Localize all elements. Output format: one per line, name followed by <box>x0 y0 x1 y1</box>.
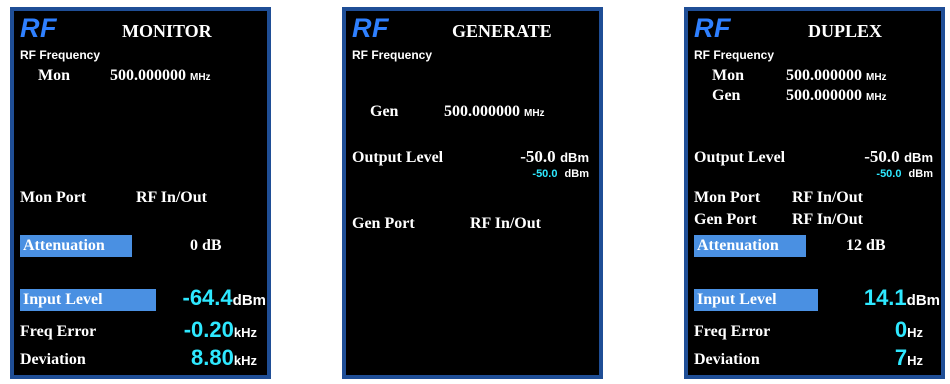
rf-frequency-label: RF Frequency <box>352 48 433 62</box>
attenuation-label[interactable]: Attenuation <box>694 235 806 257</box>
mon-frequency-value[interactable]: 500.000000 MHz <box>110 67 211 85</box>
attenuation-value[interactable]: 12 dB <box>846 237 886 255</box>
gen-frequency-number: 500.000000 <box>444 103 520 120</box>
input-level-label[interactable]: Input Level <box>20 289 156 311</box>
gen-frequency-unit: MHz <box>524 108 545 119</box>
gen-port-label: Gen Port <box>694 211 757 228</box>
freq-error-number: -0.20 <box>183 317 234 342</box>
input-level-number: 14.1 <box>863 285 907 310</box>
deviation-unit: kHz <box>233 353 257 368</box>
output-level-actual: -50.0 dBm <box>532 168 589 180</box>
input-level-unit: dBm <box>232 292 266 309</box>
gen-frequency-unit: MHz <box>866 92 887 103</box>
output-level-unit: dBm <box>904 150 933 165</box>
mon-port-label: Mon Port <box>694 189 761 206</box>
mon-port-value[interactable]: RF In/Out <box>136 189 207 207</box>
input-level-unit: dBm <box>906 292 940 309</box>
mon-frequency-unit: MHz <box>190 72 211 83</box>
rf-frequency-label: RF Frequency <box>20 48 101 62</box>
output-level-actual-number: -50.0 <box>532 168 558 180</box>
generate-panel: RF GENERATE RF Frequency Gen 500.000000 … <box>342 7 603 379</box>
attenuation-value[interactable]: 0 dB <box>190 237 222 255</box>
gen-port-value[interactable]: RF In/Out <box>470 215 541 233</box>
mon-port-value[interactable]: RF In/Out <box>792 189 863 207</box>
input-level-number: -64.4 <box>182 285 233 310</box>
deviation-label: Deviation <box>694 351 760 368</box>
freq-error-value: 0Hz <box>895 317 923 343</box>
gen-label: Gen <box>712 87 741 104</box>
freq-error-unit: kHz <box>233 325 257 340</box>
panel-title: DUPLEX <box>808 21 883 41</box>
freq-error-label: Freq Error <box>20 323 97 340</box>
input-level-value: -64.4dBm <box>183 285 267 311</box>
rf-logo: RF <box>20 13 57 43</box>
rf-frequency-label: RF Frequency <box>694 48 775 62</box>
output-level-unit: dBm <box>560 150 589 165</box>
deviation-number: 7 <box>894 345 908 370</box>
gen-port-value[interactable]: RF In/Out <box>792 211 863 229</box>
output-level-actual-unit: dBm <box>908 168 933 180</box>
output-level-number: -50.0 <box>864 147 900 166</box>
attenuation-label[interactable]: Attenuation <box>20 235 132 257</box>
gen-frequency-number: 500.000000 <box>786 87 862 104</box>
freq-error-unit: Hz <box>907 325 923 340</box>
freq-error-label: Freq Error <box>694 323 771 340</box>
mon-label: Mon <box>38 67 70 84</box>
gen-frequency-value[interactable]: 500.000000 MHz <box>444 103 545 121</box>
mon-frequency-unit: MHz <box>866 72 887 83</box>
panel-title: MONITOR <box>122 21 212 41</box>
deviation-value: 7Hz <box>895 345 923 371</box>
output-level-value[interactable]: -50.0 dBm <box>520 147 589 167</box>
rf-logo: RF <box>694 13 731 43</box>
output-level-actual-unit: dBm <box>564 168 589 180</box>
deviation-unit: Hz <box>907 353 923 368</box>
output-level-actual-number: -50.0 <box>876 168 902 180</box>
mon-label: Mon <box>712 67 744 84</box>
freq-error-value: -0.20kHz <box>184 317 257 343</box>
output-level-number: -50.0 <box>520 147 556 166</box>
deviation-number: 8.80 <box>191 345 234 370</box>
gen-label: Gen <box>370 103 399 120</box>
input-level-value: 14.1dBm <box>864 285 940 311</box>
input-level-label[interactable]: Input Level <box>694 289 818 311</box>
mon-frequency-number: 500.000000 <box>110 67 186 84</box>
deviation-label: Deviation <box>20 351 86 368</box>
mon-frequency-number: 500.000000 <box>786 67 862 84</box>
panel-title: GENERATE <box>452 21 552 41</box>
mon-port-label: Mon Port <box>20 189 87 206</box>
mon-frequency-value[interactable]: 500.000000 MHz <box>786 67 887 85</box>
monitor-panel: RF MONITOR RF Frequency Mon 500.000000 M… <box>10 7 271 379</box>
output-level-value[interactable]: -50.0 dBm <box>864 147 933 167</box>
gen-frequency-value[interactable]: 500.000000 MHz <box>786 87 887 105</box>
output-level-label: Output Level <box>352 149 444 166</box>
output-level-label: Output Level <box>694 149 786 166</box>
freq-error-number: 0 <box>894 317 908 342</box>
output-level-actual: -50.0 dBm <box>876 168 933 180</box>
duplex-panel: RF DUPLEX RF Frequency Mon 500.000000 MH… <box>684 7 945 379</box>
gen-port-label: Gen Port <box>352 215 415 232</box>
rf-logo: RF <box>352 13 389 43</box>
deviation-value: 8.80kHz <box>191 345 257 371</box>
